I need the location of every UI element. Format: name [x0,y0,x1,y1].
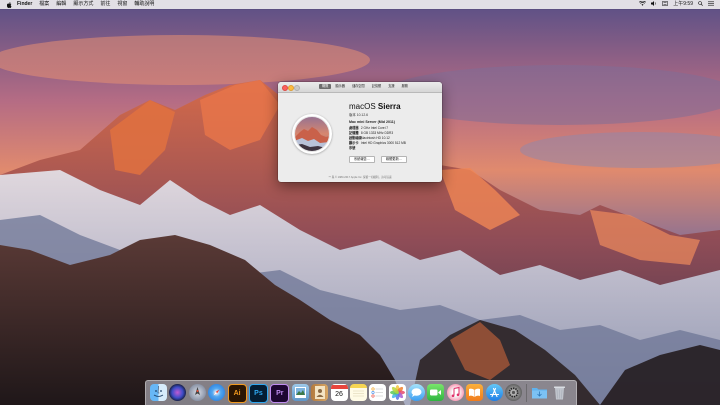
keyboard-input-icon[interactable] [662,1,669,8]
tab-service[interactable]: 服務 [399,84,411,89]
menu-bar: Finder 檔案 編輯 顯示方式 前往 視窗 輔助說明 上午9:59 [0,0,720,9]
system-report-button[interactable]: 系統報告… [349,156,375,163]
notification-center-icon[interactable] [708,1,714,8]
messages-icon[interactable] [408,384,426,401]
window-titlebar[interactable]: 概覽 顯示器 儲存空間 記憶體 支援 服務 [278,82,442,93]
siri-icon[interactable] [169,384,187,401]
menu-help[interactable]: 輔助說明 [134,0,154,9]
software-update-button[interactable]: 軟體更新… [380,156,407,163]
spec-value: 2 GHz Intel Core i7 [360,126,388,130]
spec-value: Intel HD Graphics 3000 512 MB [360,141,406,146]
spec-row-serial: 序號 [349,146,406,151]
itunes-icon[interactable] [446,384,464,401]
menu-edit[interactable]: 編輯 [56,0,66,9]
os-name-bold: Sierra [377,102,401,111]
os-version: 版本 10.12.6 [349,113,369,117]
volume-icon[interactable] [651,1,657,8]
menu-app-finder[interactable]: Finder [17,0,32,9]
tab-displays[interactable]: 顯示器 [332,84,348,89]
tab-memory[interactable]: 記憶體 [369,84,385,89]
reminders-icon[interactable] [369,384,387,401]
downloads-folder-icon[interactable] [531,384,548,401]
menubar-clock[interactable]: 上午9:59 [673,0,693,9]
spec-list: 處理器 2 GHz Intel Core i7 記憶體 8 GB 1333 MH… [349,126,406,151]
wifi-icon[interactable] [639,0,647,8]
calendar-icon[interactable]: 26 [330,384,348,401]
notes-icon[interactable] [349,384,367,401]
tab-support[interactable]: 支援 [385,84,397,89]
dock: Ai Ps Pr 26 [145,380,577,405]
apple-menu-icon[interactable] [6,1,12,8]
contacts-icon[interactable] [311,384,329,401]
window-zoom-button [294,85,300,91]
desktop[interactable]: Finder 檔案 編輯 顯示方式 前往 視窗 輔助說明 上午9:59 概覽 顯… [0,0,720,405]
system-preferences-icon[interactable] [505,384,523,401]
illustrator-icon[interactable]: Ai [227,384,247,403]
launchpad-icon[interactable] [188,384,206,401]
mac-model: Mac mini Server (Mid 2011) [349,120,395,124]
os-name-light: macOS [349,102,376,111]
finder-icon[interactable] [150,384,167,401]
wallpaper-mountains [0,0,720,405]
spec-key: 序號 [349,146,356,151]
menu-go[interactable]: 前往 [100,0,110,9]
os-name: macOS Sierra [349,102,401,111]
facetime-icon[interactable] [427,384,445,401]
preview-icon[interactable] [291,384,309,401]
photoshop-icon[interactable]: Ps [248,384,268,403]
trash-icon[interactable] [551,384,568,401]
about-tabs: 概覽 顯示器 儲存空間 記憶體 支援 服務 [319,84,411,89]
menu-window[interactable]: 視窗 [117,0,127,9]
safari-icon[interactable] [208,384,226,401]
about-this-mac-window: 概覽 顯示器 儲存空間 記憶體 支援 服務 macOS Sierra 版本 10… [278,82,442,182]
tab-storage[interactable]: 儲存空間 [349,84,368,89]
dock-icons: Ai Ps Pr 26 [150,384,568,403]
spotlight-search-icon[interactable] [698,1,703,8]
spec-value: 8 GB 1333 MHz DDR3 [360,131,394,136]
tab-overview[interactable]: 概覽 [319,84,332,89]
about-buttons: 系統報告… 軟體更新… [349,156,407,163]
menu-file[interactable]: 檔案 [39,0,49,9]
photos-icon[interactable] [388,384,406,401]
dock-separator [526,384,527,402]
app-store-icon[interactable] [485,384,503,401]
status-area: 上午9:59 [639,0,714,9]
menu-view[interactable]: 顯示方式 [73,0,93,9]
copyright-footer: ™ 與 © 1983-2017 Apple Inc. 保留一切權利。許可協議 [328,176,392,179]
macos-sierra-logo [292,114,332,154]
ibooks-icon[interactable] [466,384,484,401]
premiere-icon[interactable]: Pr [270,384,290,403]
spec-value: Macintosh HD 10.12 [360,136,390,141]
